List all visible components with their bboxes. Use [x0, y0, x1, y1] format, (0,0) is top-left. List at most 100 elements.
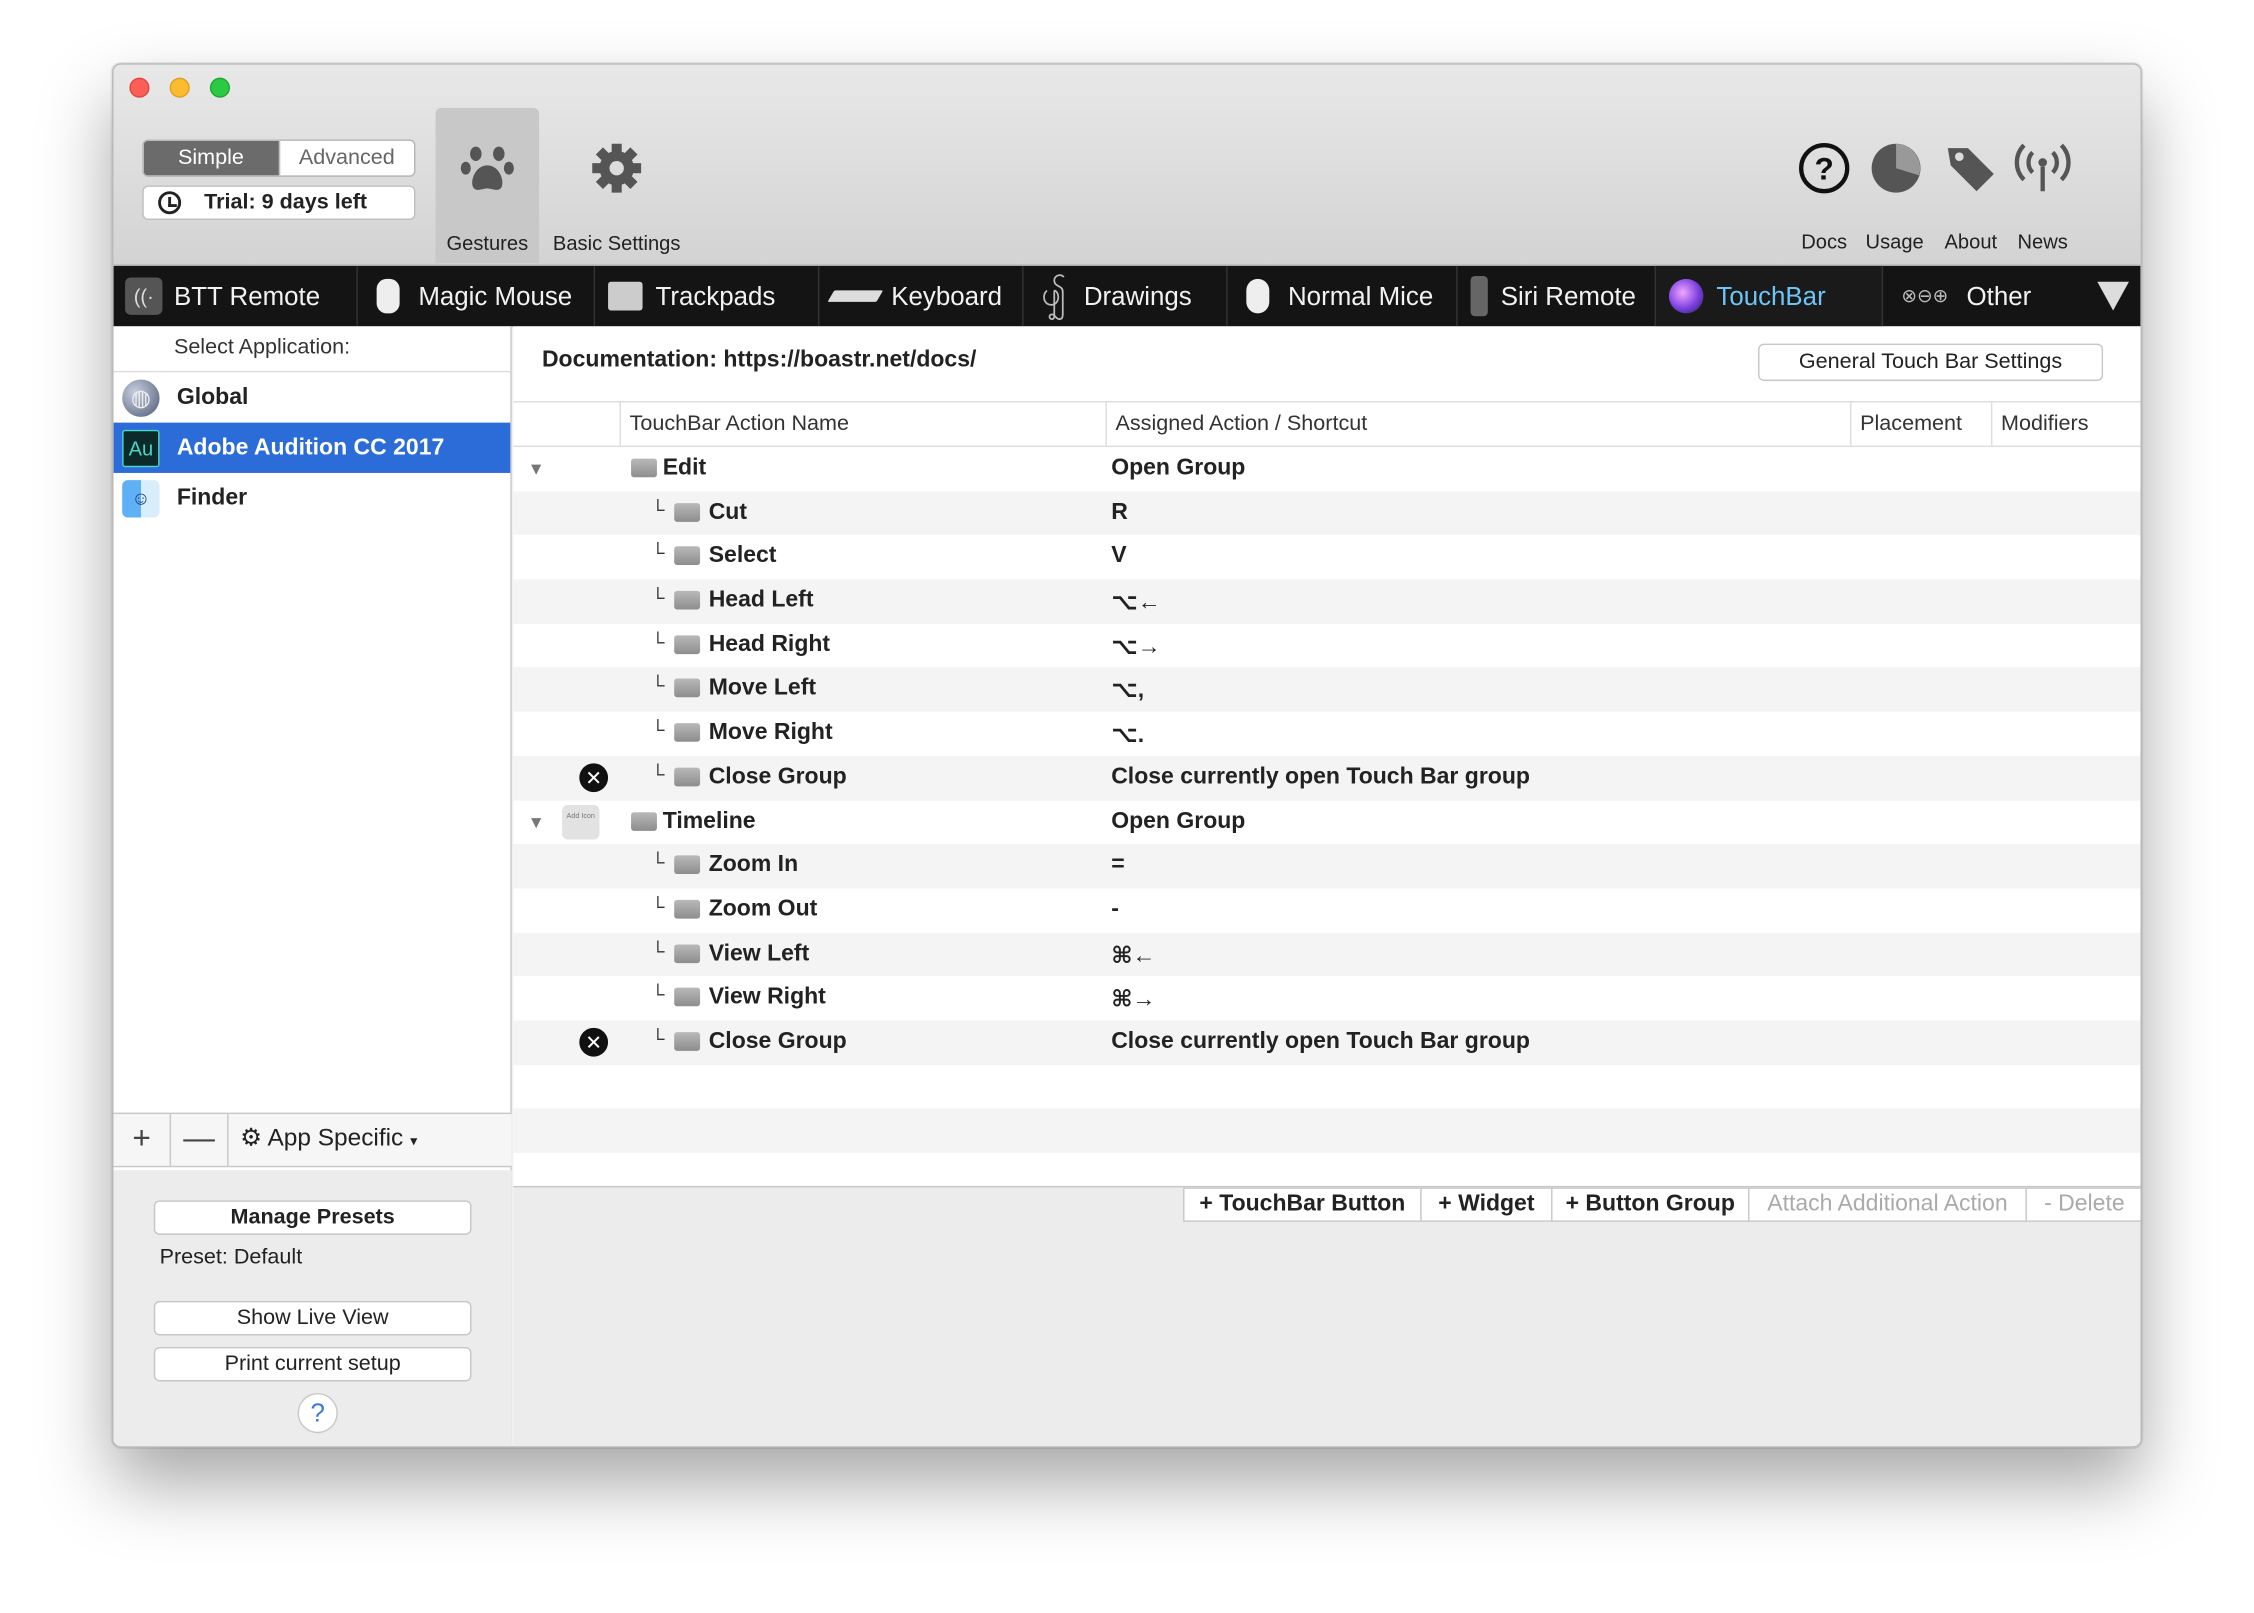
table-row[interactable]: └ Select V: [513, 535, 2140, 579]
assigned-action: Open Group: [1111, 455, 1246, 481]
table-row[interactable]: └ Cut R: [513, 491, 2141, 536]
mode-advanced-button[interactable]: Advanced: [278, 140, 414, 176]
column-header-name[interactable]: TouchBar Action Name: [619, 402, 1106, 446]
broadcast-icon[interactable]: [2014, 139, 2072, 197]
basic-settings-toolbar-button[interactable]: Basic Settings: [545, 108, 689, 263]
folder-icon: [674, 502, 701, 522]
table-row[interactable]: └ Zoom Out -: [513, 888, 2140, 932]
tab-touchbar[interactable]: TouchBar: [1656, 265, 1884, 327]
app-name: Adobe Audition CC 2017: [176, 434, 445, 460]
table-row[interactable]: ▼ Add Icon Timeline Open Group: [513, 800, 2140, 844]
app-window: Simple Advanced Trial: 9 days left Gestu…: [112, 63, 2142, 1448]
tree-connector-icon: └: [651, 851, 665, 873]
table-row[interactable]: └ Zoom In =: [513, 844, 2141, 889]
touchbar-icon: [1668, 277, 1705, 314]
gestures-label: Gestures: [446, 231, 529, 255]
tree-connector-icon: └: [651, 542, 665, 565]
general-touch-bar-settings-button[interactable]: General Touch Bar Settings: [1758, 343, 2104, 381]
tab-other[interactable]: ⊗⊖⊕ Other: [1883, 266, 2097, 326]
assigned-action: Close currently open Touch Bar group: [1111, 1029, 1530, 1054]
disclosure-triangle-icon[interactable]: ▼: [528, 811, 545, 831]
folder-icon: [674, 546, 701, 566]
finder-icon: ☺: [122, 479, 160, 517]
column-header-modifiers[interactable]: Modifiers: [1990, 402, 2129, 446]
chevron-down-icon: ▾: [410, 1134, 418, 1150]
svg-text:?: ?: [1815, 151, 1834, 187]
tab-trackpads[interactable]: Trackpads: [595, 265, 820, 327]
remove-app-button[interactable]: —: [171, 1114, 229, 1166]
table-row[interactable]: └ Head Right ⌥→: [513, 624, 2140, 668]
table-row[interactable]: └ Head Left ⌥←: [513, 579, 2141, 624]
table-row[interactable]: ✕ └ Close Group Close currently open Touch …: [513, 1020, 2141, 1065]
folder-icon: [674, 767, 701, 787]
tree-connector-icon: └: [651, 674, 665, 697]
assigned-action: V: [1111, 543, 1127, 569]
assigned-action: R: [1111, 499, 1128, 525]
app-item-finder[interactable]: ☺ Finder: [114, 473, 511, 523]
add-touchbar-button[interactable]: + TouchBar Button: [1183, 1187, 1422, 1222]
manage-presets-button[interactable]: Manage Presets: [153, 1200, 472, 1235]
folder-icon: [674, 635, 701, 654]
documentation-link[interactable]: Documentation: https://boastr.net/docs/: [542, 348, 976, 372]
attach-additional-action-button[interactable]: Attach Additional Action: [1748, 1187, 2027, 1222]
print-setup-button[interactable]: Print current setup: [153, 1346, 472, 1382]
tab-drawings[interactable]: ꩴ Drawings: [1024, 265, 1228, 327]
usage-label: Usage: [1865, 230, 1924, 253]
tab-btt-remote[interactable]: ((· BTT Remote: [114, 265, 358, 327]
tab-siri-remote[interactable]: Siri Remote: [1458, 265, 1656, 327]
zoom-window-button[interactable]: [209, 77, 230, 98]
column-header-action[interactable]: Assigned Action / Shortcut: [1105, 402, 1850, 446]
app-specific-dropdown[interactable]: ⚙ App Specific ▾: [229, 1114, 418, 1166]
tree-connector-icon: └: [651, 983, 665, 1006]
tab-keyboard[interactable]: Keyboard: [819, 265, 1024, 327]
mode-simple-button[interactable]: Simple: [143, 140, 279, 176]
keyboard-icon: [827, 277, 884, 314]
gestures-toolbar-button[interactable]: Gestures: [435, 107, 540, 264]
help-button[interactable]: ?: [297, 1392, 338, 1434]
action-name: Cut: [708, 499, 748, 525]
folder-icon: [631, 458, 657, 478]
add-widget-button[interactable]: + Widget: [1420, 1187, 1553, 1222]
action-name: Head Left: [708, 588, 814, 613]
assigned-action: ⌘→: [1111, 987, 1156, 1013]
action-name: Edit: [662, 455, 707, 481]
folder-icon: [674, 590, 701, 610]
btt-remote-icon: ((·: [125, 277, 163, 315]
column-header-placement[interactable]: Placement: [1850, 402, 1991, 446]
delete-button[interactable]: - Delete: [2025, 1187, 2141, 1222]
empty-row: [513, 1065, 2140, 1109]
table-row[interactable]: └ View Right ⌘→: [513, 976, 2140, 1020]
add-button-group-button[interactable]: + Button Group: [1551, 1187, 1750, 1222]
minimize-window-button[interactable]: [169, 77, 190, 98]
pie-chart-icon[interactable]: [1867, 139, 1925, 197]
show-live-view-button[interactable]: Show Live View: [153, 1300, 472, 1336]
help-icon[interactable]: ?: [1795, 139, 1853, 197]
action-name: Close Group: [708, 1029, 847, 1054]
trackpad-icon: [607, 277, 644, 314]
table-row[interactable]: ✕ └ Close Group Close currently open Touch …: [513, 755, 2141, 800]
add-icon-thumbnail[interactable]: Add Icon: [562, 804, 600, 839]
close-window-button[interactable]: [129, 77, 150, 98]
tag-icon[interactable]: [1942, 139, 2000, 197]
tab-label: Drawings: [1083, 281, 1192, 310]
tab-normal-mice[interactable]: Normal Mice: [1228, 265, 1458, 327]
table-row[interactable]: ▼ Edit Open Group: [513, 447, 2140, 491]
table-row[interactable]: └ View Left ⌘←: [513, 932, 2141, 977]
folder-icon: [674, 723, 701, 742]
add-app-button[interactable]: +: [114, 1114, 172, 1166]
tree-connector-icon: └: [651, 498, 665, 520]
tab-magic-mouse[interactable]: Magic Mouse: [358, 265, 596, 327]
disclosure-triangle-icon[interactable]: ▼: [528, 459, 545, 479]
app-item-adobe-audition[interactable]: Au Adobe Audition CC 2017: [113, 422, 511, 473]
trial-button[interactable]: Trial: 9 days left: [142, 185, 416, 220]
app-item-global[interactable]: ◍ Global: [114, 372, 511, 422]
tree-connector-icon: └: [651, 895, 665, 917]
audition-icon: Au: [122, 429, 160, 467]
table-row[interactable]: └ Move Left ⌥,: [513, 667, 2141, 712]
basic-settings-label: Basic Settings: [552, 231, 681, 255]
tab-overflow-button[interactable]: [2097, 266, 2140, 326]
folder-icon: [674, 943, 701, 963]
table-row[interactable]: └ Move Right ⌥.: [513, 712, 2140, 756]
assigned-action: ⌥←: [1111, 590, 1161, 616]
assigned-action: ⌥.: [1111, 723, 1145, 748]
